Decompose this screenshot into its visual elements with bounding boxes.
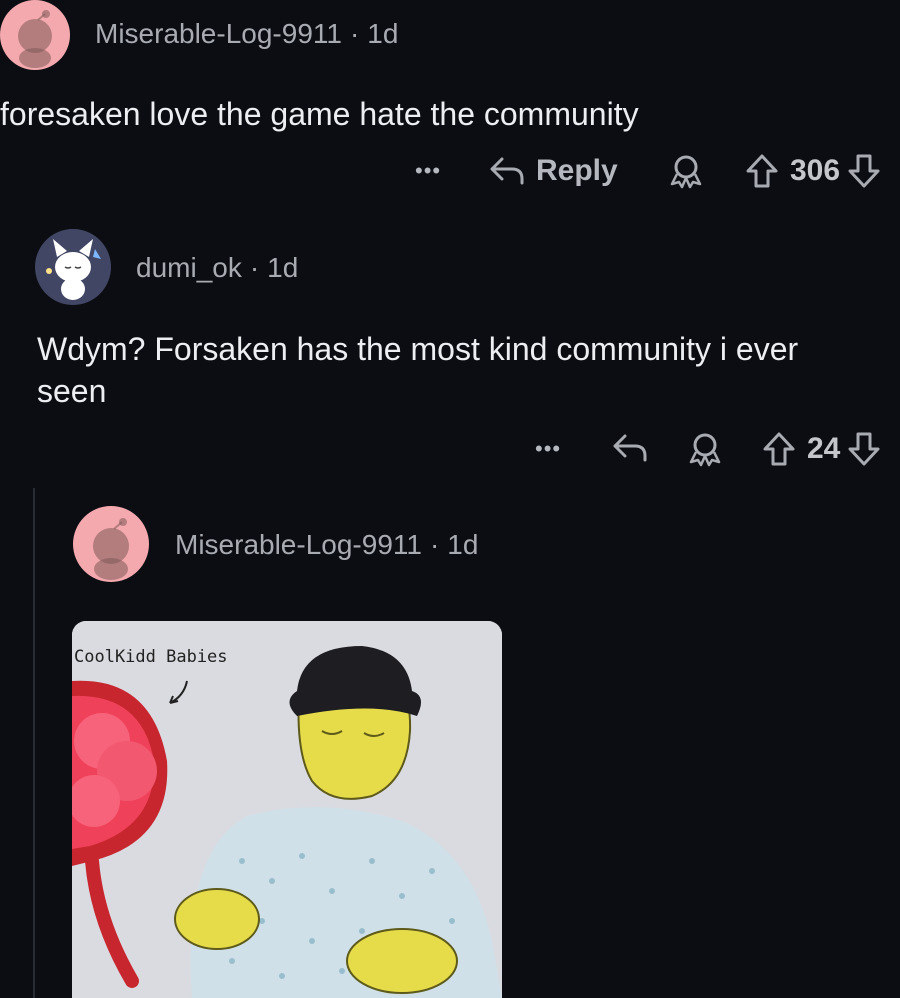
comment-body: foresaken love the game hate the communi…: [0, 96, 639, 132]
award-icon: [670, 155, 702, 189]
more-icon: •••: [535, 436, 562, 461]
comment-image[interactable]: CoolKidd Babies: [72, 621, 502, 998]
comment-meta: Miserable-Log-9911 · 1d: [175, 529, 479, 560]
cat-avatar: [35, 229, 111, 305]
cartoon-illustration: [72, 621, 502, 998]
more-icon: •••: [415, 158, 442, 183]
snoo-avatar: [18, 10, 52, 68]
downvote-icon[interactable]: [846, 430, 882, 468]
comment-age: 1d: [447, 529, 479, 560]
award-button[interactable]: [686, 430, 724, 468]
comment-age: 1d: [267, 252, 299, 283]
image-handwritten-label: CoolKidd Babies: [74, 647, 228, 667]
comment-meta: Miserable-Log-9911 · 1d: [95, 18, 399, 49]
reply-button[interactable]: Reply: [488, 154, 618, 188]
comment-age: 1d: [367, 18, 399, 49]
comment-body-line: Wdym? Forsaken has the most kind communi…: [37, 331, 799, 367]
award-button[interactable]: [667, 152, 705, 190]
more-button[interactable]: •••: [415, 158, 441, 184]
vote-count: 24: [807, 432, 841, 465]
comment-meta: dumi_ok · 1d: [136, 252, 299, 283]
username[interactable]: Miserable-Log-9911: [175, 529, 422, 560]
vote-controls: 306: [744, 152, 882, 190]
more-button[interactable]: •••: [535, 436, 561, 462]
award-icon: [689, 433, 721, 467]
snoo-avatar: [93, 518, 129, 580]
reply-arrow-icon: [490, 157, 524, 185]
downvote-icon[interactable]: [846, 152, 882, 190]
comment-body-line: seen: [37, 373, 107, 409]
thread-line[interactable]: [33, 488, 35, 998]
avatar[interactable]: [0, 0, 70, 70]
username[interactable]: Miserable-Log-9911: [95, 18, 342, 49]
reply-button[interactable]: [611, 432, 649, 464]
upvote-icon[interactable]: [761, 430, 797, 468]
vote-count: 306: [790, 154, 841, 187]
vote-controls: 24: [761, 430, 882, 468]
upvote-icon[interactable]: [744, 152, 780, 190]
reply-arrow-icon: [613, 434, 647, 462]
reply-label: Reply: [536, 154, 618, 187]
username[interactable]: dumi_ok: [136, 252, 242, 283]
avatar[interactable]: [35, 229, 111, 305]
avatar[interactable]: [73, 506, 149, 582]
